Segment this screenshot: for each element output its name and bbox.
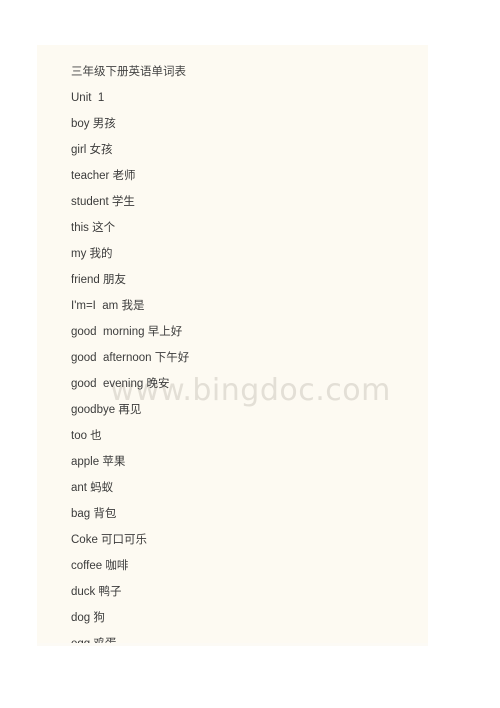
vocabulary-line: apple 苹果 <box>71 456 126 468</box>
vocabulary-line: egg 鸡蛋 <box>71 631 418 643</box>
page-bottom-edge <box>37 643 428 646</box>
vocabulary-line: Coke 可口可乐 <box>71 534 148 546</box>
vocabulary-line: I'm=I am 我是 <box>71 300 145 312</box>
vocabulary-line: dog 狗 <box>71 612 105 624</box>
vocabulary-line: my 我的 <box>71 248 113 260</box>
vocabulary-line: this 这个 <box>71 222 116 234</box>
vocabulary-line: friend 朋友 <box>71 274 126 286</box>
vocabulary-line: boy 男孩 <box>71 118 116 130</box>
vocabulary-line: goodbye 再见 <box>71 404 142 416</box>
vocabulary-line: student 学生 <box>71 196 135 208</box>
document-title: 三年级下册英语单词表 <box>71 66 186 78</box>
vocabulary-line: bag 背包 <box>71 508 117 520</box>
vocabulary-line: teacher 老师 <box>71 170 136 182</box>
vocabulary-line: good evening 晚安 <box>71 378 170 390</box>
vocabulary-line: ant 蚂蚁 <box>71 482 114 494</box>
vocabulary-line: good afternoon 下午好 <box>71 352 190 364</box>
unit-heading: Unit 1 <box>71 92 105 104</box>
document-page: www.bingdoc.com 三年级下册英语单词表 Unit 1 boy 男孩 gi… <box>37 45 428 643</box>
document-text-body: 三年级下册英语单词表 Unit 1 boy 男孩 girl 女孩 teacher 老师 s… <box>71 59 418 643</box>
vocabulary-line: girl 女孩 <box>71 144 113 156</box>
vocabulary-line: coffee 咖啡 <box>71 560 129 572</box>
vocabulary-line: good morning 早上好 <box>71 326 183 338</box>
vocabulary-line: too 也 <box>71 430 102 442</box>
vocabulary-line: duck 鸭子 <box>71 586 122 598</box>
